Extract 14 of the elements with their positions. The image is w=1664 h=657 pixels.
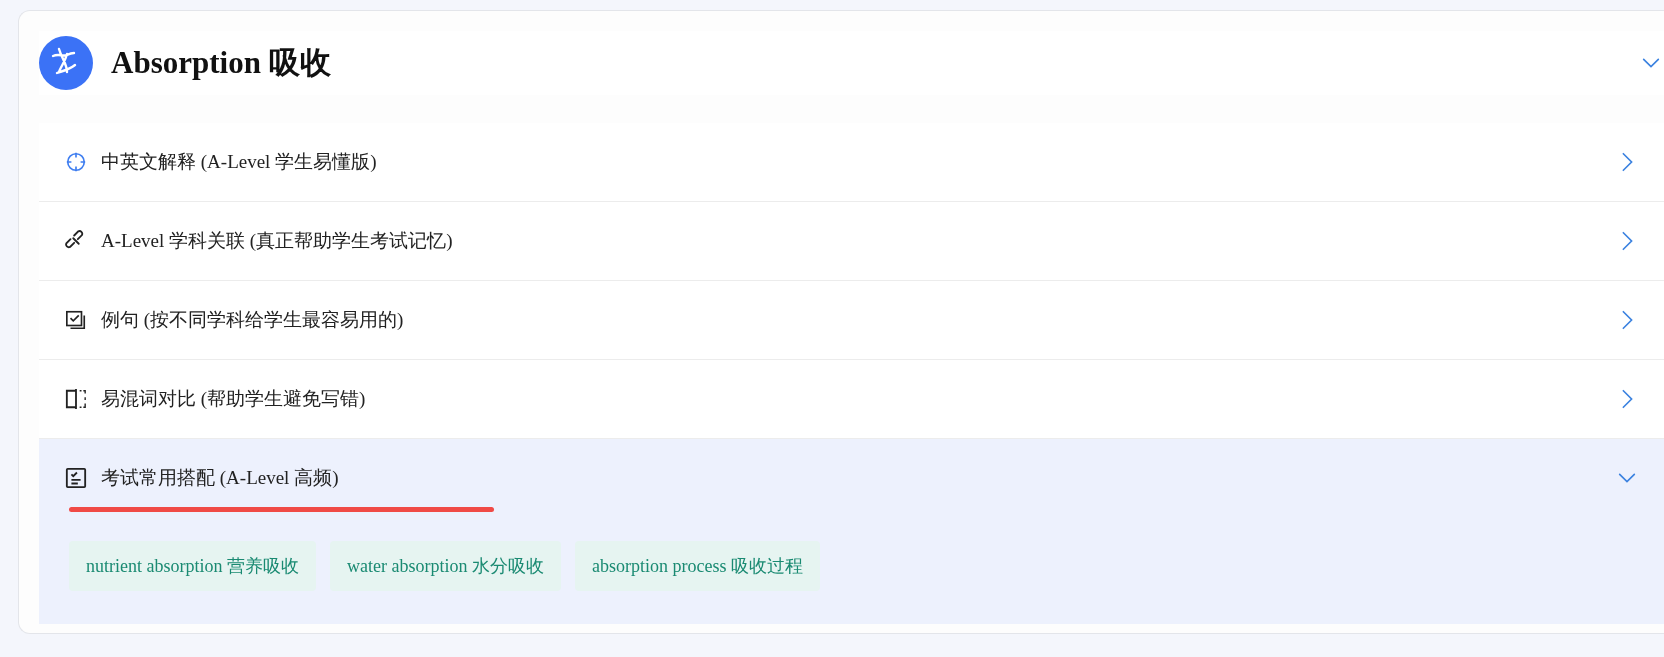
accordion-section[interactable]: 考试常用搭配 (A-Level 高频) nutrient absorption 营养吸收 water absorption 水分吸收 absorption process 吸收过程 [39, 439, 1664, 624]
section-title: A-Level 学科关联 (真正帮助学生考试记忆) [101, 229, 454, 253]
section-title: 例句 (按不同学科给学生最容易用的) [101, 308, 405, 332]
checkbox-icon [65, 309, 87, 331]
collocation-tag: absorption process 吸收过程 [574, 541, 820, 591]
collocation-tag: water absorption 水分吸收 [330, 541, 561, 591]
checklist-icon [65, 467, 87, 489]
split-icon [65, 388, 87, 410]
card-title: Absorption 吸收 [111, 44, 332, 82]
collocation-tag: nutrient absorption 营养吸收 [69, 541, 316, 591]
crosshair-icon [65, 151, 87, 173]
section-title: 考试常用搭配 (A-Level 高频) [101, 466, 340, 490]
section-title: 中英文解释 (A-Level 学生易懂版) [101, 150, 378, 174]
section-title: 易混词对比 (帮助学生避免写错) [101, 387, 367, 411]
